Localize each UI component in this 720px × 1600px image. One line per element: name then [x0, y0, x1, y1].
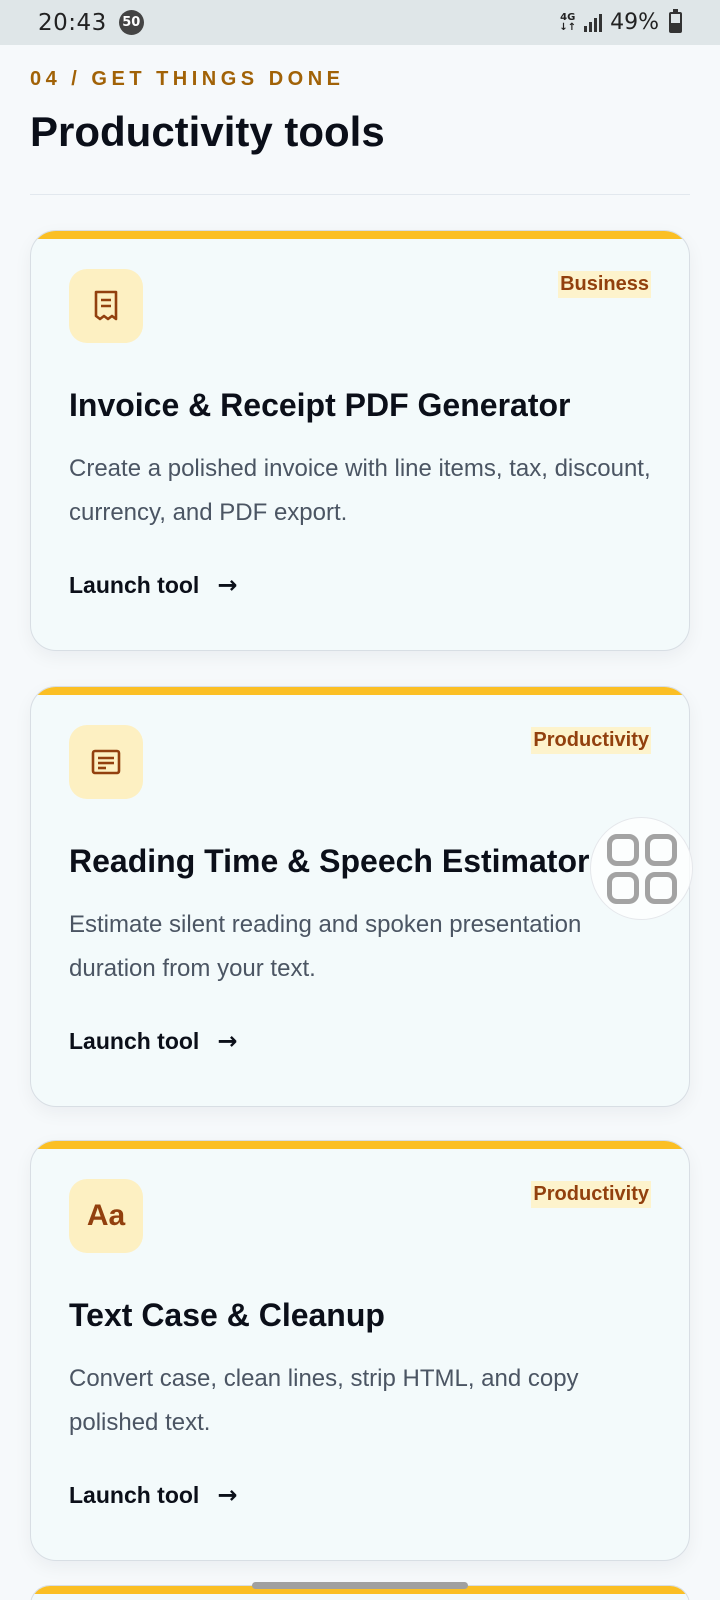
- status-bar: 20:43 50 4G ↓↑ 49%: [0, 0, 720, 45]
- notification-count-badge: 50: [118, 10, 144, 35]
- tool-card-text-case[interactable]: Aa Productivity Text Case & Cleanup Conv…: [30, 1140, 690, 1561]
- status-time: 20:43: [38, 9, 107, 36]
- card-description: Convert case, clean lines, strip HTML, a…: [69, 1365, 579, 1436]
- battery-fill: [671, 22, 680, 31]
- apps-grid-icon[interactable]: [590, 817, 693, 920]
- text-case-icon: Aa: [69, 1179, 143, 1253]
- document-lines-icon: [69, 725, 143, 799]
- card-accent-bar: [31, 687, 689, 695]
- tool-card-reading-time[interactable]: Productivity Reading Time & Speech Estim…: [30, 686, 690, 1107]
- category-badge: Productivity: [531, 727, 651, 754]
- card-description: Create a polished invoice with line item…: [69, 455, 651, 526]
- card-title: Reading Time & Speech Estimator: [69, 843, 590, 879]
- launch-tool-label: Launch tool: [69, 1027, 200, 1054]
- section-eyebrow: 04 / GET THINGS DONE: [30, 68, 345, 90]
- page-title: Productivity tools: [30, 108, 385, 155]
- card-description: Estimate silent reading and spoken prese…: [69, 911, 582, 982]
- battery-percent: 49%: [610, 10, 659, 35]
- card-accent-bar: [31, 231, 689, 239]
- header-divider: [30, 194, 690, 195]
- home-indicator[interactable]: [252, 1582, 468, 1589]
- card-title: Text Case & Cleanup: [69, 1297, 385, 1333]
- category-badge: Business: [558, 271, 651, 298]
- card-title: Invoice & Receipt PDF Generator: [69, 387, 571, 423]
- category-badge: Productivity: [531, 1181, 651, 1208]
- text-case-glyph: Aa: [86, 1199, 126, 1232]
- receipt-icon: [69, 269, 143, 343]
- launch-tool-label: Launch tool: [69, 571, 200, 598]
- signal-strength-icon: [584, 13, 603, 32]
- arrow-right-icon: →: [217, 1027, 238, 1055]
- launch-tool-link[interactable]: Launch tool →: [69, 571, 237, 599]
- battery-icon: [669, 9, 682, 33]
- network-type-label: 4G: [560, 11, 576, 23]
- launch-tool-link[interactable]: Launch tool →: [69, 1027, 237, 1055]
- launch-tool-label: Launch tool: [69, 1481, 200, 1508]
- launch-tool-link[interactable]: Launch tool →: [69, 1481, 237, 1509]
- tool-card-invoice[interactable]: Business Invoice & Receipt PDF Generator…: [30, 230, 690, 651]
- arrow-right-icon: →: [217, 571, 238, 599]
- network-type-icon: 4G ↓↑: [559, 11, 577, 33]
- arrow-right-icon: →: [217, 1481, 238, 1509]
- card-accent-bar: [31, 1141, 689, 1149]
